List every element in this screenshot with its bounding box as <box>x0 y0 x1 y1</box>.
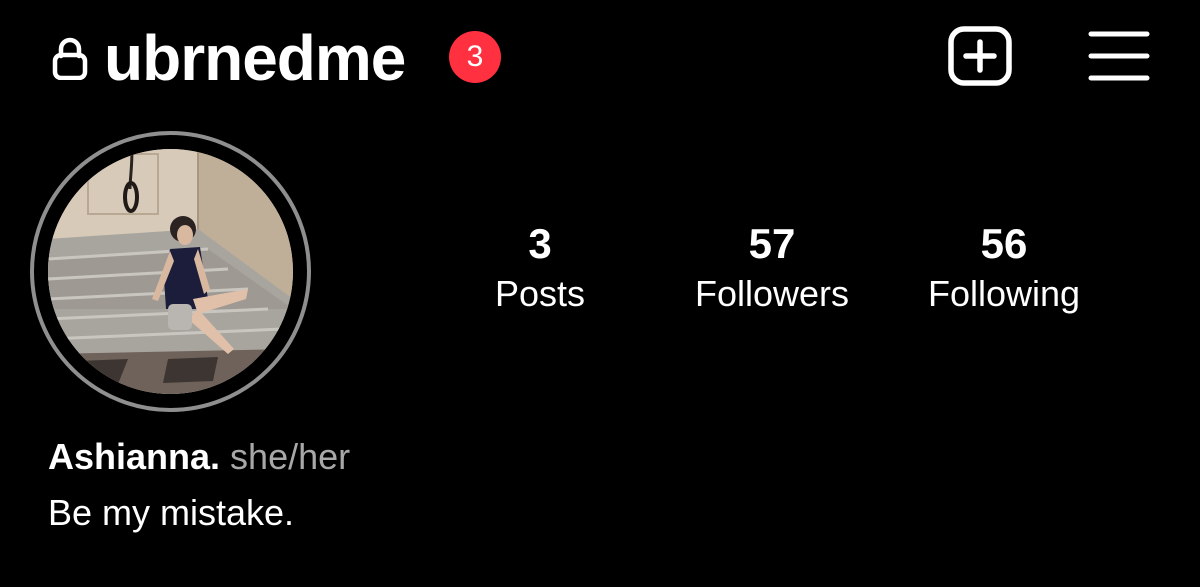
following-label: Following <box>927 273 1081 314</box>
bio-text: Be my mistake. <box>48 492 295 533</box>
pronouns: she/her <box>230 436 351 477</box>
lock-icon <box>52 37 88 80</box>
stat-following[interactable]: 56 Following <box>904 220 1104 320</box>
following-count: 56 <box>980 220 1028 267</box>
posts-count: 3 <box>528 220 552 267</box>
stat-posts[interactable]: 3 Posts <box>470 220 610 320</box>
display-name: Ashianna. <box>48 436 221 477</box>
notification-badge[interactable]: 3 <box>449 31 501 83</box>
stat-followers[interactable]: 57 Followers <box>672 220 872 320</box>
hamburger-menu-icon[interactable] <box>1088 28 1150 84</box>
profile-header: ubrnedme 3 <box>0 0 1200 120</box>
avatar[interactable] <box>48 149 293 394</box>
avatar-photo <box>48 149 293 394</box>
followers-label: Followers <box>694 273 850 314</box>
plus-square-icon[interactable] <box>947 25 1013 87</box>
followers-count: 57 <box>748 220 796 267</box>
posts-label: Posts <box>494 273 586 314</box>
username-switcher[interactable]: ubrnedme <box>104 18 406 98</box>
profile-name-line: Ashianna. she/her <box>48 434 350 480</box>
